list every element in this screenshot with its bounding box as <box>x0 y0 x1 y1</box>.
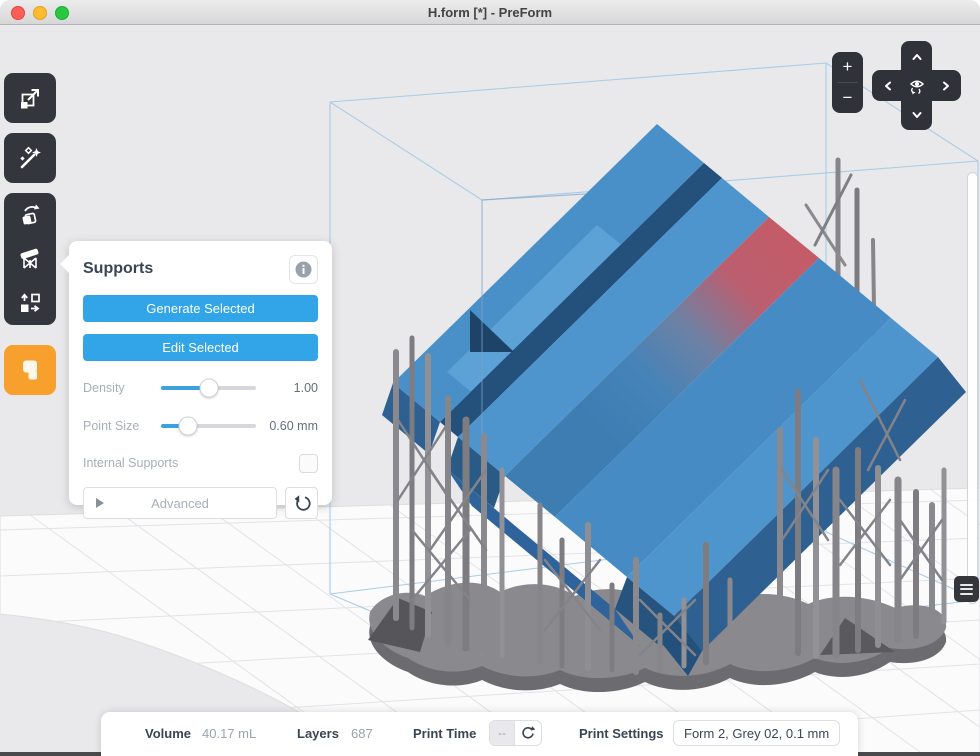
title-bar: H.form [*] - PreForm <box>0 0 980 25</box>
zoom-window-button[interactable] <box>55 6 69 20</box>
print-time-chip: -- <box>489 720 542 746</box>
print-time-refresh-button[interactable] <box>515 721 541 745</box>
supports-icon <box>17 246 43 272</box>
status-bar: Volume 40.17 mL Layers 687 Print Time --… <box>101 712 858 756</box>
one-click-print-tool-button[interactable] <box>4 133 56 183</box>
volume-label: Volume <box>145 726 191 741</box>
print-time-label: Print Time <box>413 726 476 741</box>
internal-supports-checkbox[interactable] <box>299 454 318 473</box>
chevron-up-icon <box>910 50 924 64</box>
layers-value: 687 <box>351 726 373 741</box>
rotate-up-button[interactable] <box>902 42 931 71</box>
info-button[interactable] <box>289 255 318 284</box>
chevron-left-icon <box>881 79 895 93</box>
point-size-value: 0.60 mm <box>268 419 318 433</box>
view-orbit-eye-icon <box>906 75 928 97</box>
panel-caret <box>60 254 70 274</box>
orientation-icon <box>17 202 43 228</box>
supports-panel: Supports Generate Selected Edit Selected… <box>69 241 332 505</box>
printer-status-tool-button[interactable] <box>4 345 56 395</box>
cartridge-icon <box>17 357 43 383</box>
advanced-button[interactable]: Advanced <box>83 487 277 519</box>
generate-selected-button[interactable]: Generate Selected <box>83 295 318 322</box>
volume-value: 40.17 mL <box>202 726 256 741</box>
reset-view-button[interactable] <box>902 71 931 100</box>
internal-supports-row: Internal Supports <box>83 453 318 473</box>
internal-supports-label: Internal Supports <box>83 456 178 470</box>
refresh-icon <box>520 725 536 741</box>
edit-selected-button[interactable]: Edit Selected <box>83 334 318 361</box>
supports-tool-button[interactable] <box>4 237 56 281</box>
reset-icon <box>293 494 311 512</box>
minimize-button[interactable] <box>33 6 47 20</box>
close-button[interactable] <box>11 6 25 20</box>
zoom-control: + − <box>832 52 863 113</box>
layer-slider-track[interactable] <box>967 172 978 604</box>
density-value: 1.00 <box>268 381 318 395</box>
density-slider[interactable] <box>161 386 256 390</box>
print-settings-value: Form 2, Grey 02, 0.1 mm <box>684 726 829 741</box>
layers-label: Layers <box>297 726 339 741</box>
expand-triangle-icon <box>96 498 104 508</box>
size-icon <box>17 85 43 111</box>
print-settings-selector[interactable]: Form 2, Grey 02, 0.1 mm <box>673 720 840 746</box>
magic-wand-icon <box>17 145 43 171</box>
window-title: H.form [*] - PreForm <box>428 5 552 20</box>
density-row: Density 1.00 <box>83 377 318 399</box>
view-navigation-pad <box>872 41 962 131</box>
advanced-label: Advanced <box>151 496 209 511</box>
layers-icon <box>960 584 973 586</box>
rotate-right-button[interactable] <box>931 71 960 100</box>
zoom-in-button[interactable]: + <box>832 52 863 82</box>
chevron-right-icon <box>939 79 953 93</box>
chevron-down-icon <box>910 108 924 122</box>
point-size-slider-thumb[interactable] <box>178 417 197 436</box>
layer-slider-handle[interactable] <box>954 576 979 602</box>
density-label: Density <box>83 381 161 395</box>
orientation-tool-button[interactable] <box>4 193 56 237</box>
preform-window: H.form [*] - PreForm <box>0 0 980 756</box>
print-settings-label: Print Settings <box>579 726 664 741</box>
info-icon <box>295 261 312 278</box>
point-size-label: Point Size <box>83 419 161 433</box>
density-slider-thumb[interactable] <box>199 379 218 398</box>
panel-title: Supports <box>83 260 153 278</box>
size-tool-button[interactable] <box>4 73 56 123</box>
layout-tool-button[interactable] <box>4 281 56 325</box>
layout-icon <box>17 290 43 316</box>
point-size-slider[interactable] <box>161 424 256 428</box>
zoom-out-button[interactable]: − <box>832 83 863 113</box>
rotate-down-button[interactable] <box>902 100 931 129</box>
print-time-value: -- <box>490 721 515 745</box>
rotate-left-button[interactable] <box>873 71 902 100</box>
reset-supports-button[interactable] <box>285 487 318 519</box>
point-size-row: Point Size 0.60 mm <box>83 415 318 437</box>
